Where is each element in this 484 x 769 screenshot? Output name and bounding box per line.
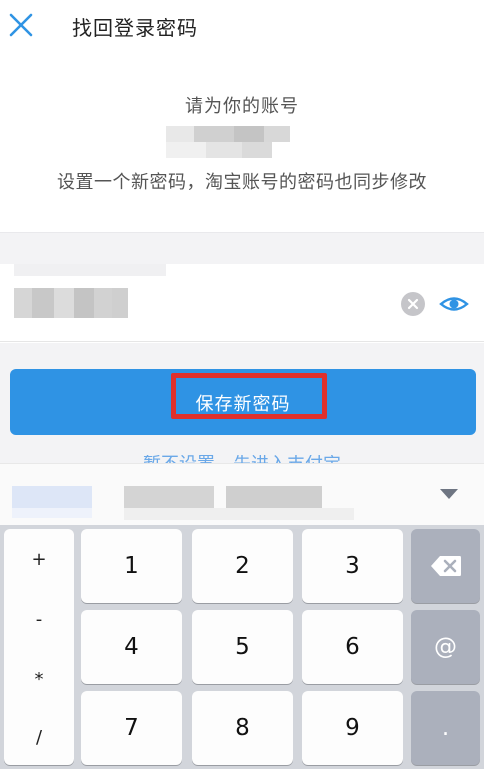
intro-text: 请为你的账号: [185, 96, 299, 117]
account-name-redacted: [166, 126, 316, 160]
collapse-keyboard-button[interactable]: [438, 486, 460, 502]
suggestion-redacted: [124, 508, 354, 520]
clear-icon: [407, 298, 419, 310]
key-slash[interactable]: /: [4, 727, 74, 748]
symbol-column: + - * /: [4, 529, 74, 765]
password-value-redacted: [14, 288, 128, 318]
page-title: 找回登录密码: [72, 16, 198, 40]
new-password-field[interactable]: [0, 264, 484, 342]
toggle-visibility-button[interactable]: [438, 292, 470, 316]
key-at[interactable]: @: [411, 610, 480, 684]
backspace-key[interactable]: [411, 529, 480, 603]
key-9[interactable]: 9: [302, 691, 403, 765]
clear-button[interactable]: [401, 292, 425, 316]
suggestion-redacted: [12, 486, 92, 508]
close-icon: [9, 13, 33, 37]
intro-note: 设置一个新密码，淘宝账号的密码也同步修改: [57, 172, 427, 193]
keyboard-suggestion-bar: [0, 463, 484, 525]
key-dot[interactable]: .: [411, 691, 480, 765]
chevron-down-icon: [440, 489, 458, 499]
key-2[interactable]: 2: [192, 529, 293, 603]
key-4[interactable]: 4: [81, 610, 182, 684]
highlight-box: [171, 373, 327, 419]
eye-icon: [439, 297, 469, 311]
section-divider: [0, 232, 484, 264]
suggestion-redacted: [226, 486, 322, 508]
key-8[interactable]: 8: [192, 691, 293, 765]
backspace-icon: [430, 556, 461, 576]
numeric-keyboard: + - * / 1 2 3 4 5 6 @ 7 8 9 .: [0, 525, 484, 769]
field-placeholder-redacted: [14, 264, 166, 276]
key-3[interactable]: 3: [302, 529, 403, 603]
key-asterisk[interactable]: *: [4, 669, 74, 690]
suggestion-redacted: [12, 508, 92, 518]
key-1[interactable]: 1: [81, 529, 182, 603]
key-6[interactable]: 6: [302, 610, 403, 684]
header: 找回登录密码: [0, 0, 484, 52]
key-5[interactable]: 5: [192, 610, 293, 684]
close-button[interactable]: [6, 10, 36, 40]
key-plus[interactable]: +: [4, 549, 74, 570]
suggestion-redacted: [124, 486, 214, 508]
key-7[interactable]: 7: [81, 691, 182, 765]
key-minus[interactable]: -: [4, 609, 74, 630]
